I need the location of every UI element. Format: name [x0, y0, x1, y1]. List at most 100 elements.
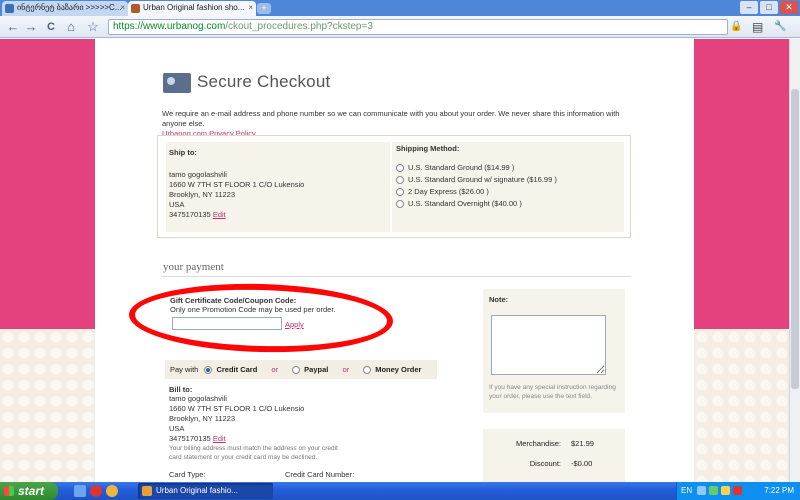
shipping-method-label: Shipping Method: [396, 144, 460, 153]
credit-card-label[interactable]: Credit Card [216, 365, 257, 374]
radio-button[interactable] [396, 164, 404, 173]
ssl-lock-icon[interactable]: 🔒 [730, 19, 742, 35]
minimize-button[interactable]: – [740, 1, 758, 14]
ship-name: tamo gogolashvili [169, 170, 227, 179]
tab-close-icon[interactable]: × [248, 1, 253, 15]
url-path: /ckout_procedures.php?ckstep=3 [225, 21, 373, 32]
bill-phone-row: 3475170135 Edit [169, 434, 339, 444]
show-desktop-icon[interactable] [74, 485, 86, 497]
radio-button[interactable] [396, 188, 404, 197]
pink-side-panel-right [694, 39, 789, 329]
radio-button[interactable] [396, 176, 404, 185]
url-domain: www.urbanog.com [143, 21, 226, 32]
scrollbar-thumb[interactable] [791, 89, 799, 389]
merchandise-value: $21.99 [571, 439, 594, 448]
radio-paypal[interactable] [292, 366, 301, 375]
tab-favicon-icon [5, 4, 14, 13]
note-box: Note: If you have any special instructio… [483, 289, 625, 413]
ship-to-label: Ship to: [169, 148, 197, 157]
coupon-code-input[interactable] [172, 317, 282, 330]
money-order-label[interactable]: Money Order [375, 365, 421, 374]
checkout-content: Secure Checkout We require an e-mail add… [95, 39, 694, 482]
antivirus-icon[interactable] [733, 486, 742, 495]
note-help-text: If you have any special instruction rega… [489, 384, 616, 400]
reload-icon[interactable]: C [42, 19, 60, 35]
shipping-option-2day-express[interactable]: 2 Day Express ($26.00 ) [396, 186, 557, 198]
bill-to-section: Bill to: tamo gogolashvili 1660 W 7TH ST… [169, 385, 339, 462]
shipping-option-overnight[interactable]: U.S. Standard Overnight ($40.00 ) [396, 198, 557, 210]
ship-to-address: tamo gogolashvili 1660 W 7TH ST FLOOR 1 … [169, 170, 304, 220]
address-bar[interactable]: https://www.urbanog.com/ckout_procedures… [108, 19, 728, 35]
bookmark-star-icon[interactable]: ☆ [84, 19, 102, 35]
option-label: U.S. Standard Ground w/ signature ($16.9… [408, 175, 557, 184]
shipping-option-ground-signature[interactable]: U.S. Standard Ground w/ signature ($16.9… [396, 174, 557, 186]
bill-city: Brooklyn, NY 11223 [169, 414, 236, 423]
page-menu-icon[interactable]: ▤ [752, 19, 763, 35]
bill-to-label: Bill to: [169, 385, 193, 394]
start-button[interactable]: start [0, 482, 58, 500]
shipping-panel: Ship to: tamo gogolashvili 1660 W 7TH ST… [157, 135, 631, 238]
shipping-method-box: Shipping Method: U.S. Standard Ground ($… [392, 142, 624, 232]
intro-sentence: We require an e-mail address and phone n… [162, 109, 620, 128]
shipping-options: U.S. Standard Ground ($14.99 ) U.S. Stan… [396, 162, 557, 210]
pay-with-bar: Pay with Credit Card or Paypal or Money … [165, 360, 437, 379]
system-tray: EN 7:22 PM [676, 482, 800, 500]
bill-phone: 3475170135 [169, 434, 211, 443]
note-label: Note: [489, 295, 509, 304]
clock: 7:22 PM [764, 486, 794, 495]
chrome-icon[interactable] [106, 485, 118, 497]
tab-georgian-market[interactable]: ინტერნეტ ბაზარი >>>>>C... × [2, 1, 128, 16]
new-tab-button[interactable]: + [257, 3, 271, 14]
your-payment-heading: your payment [163, 261, 224, 273]
url-scheme: https:// [113, 21, 144, 32]
pay-with-label: Pay with [170, 365, 199, 374]
tab-strip: ინტერნეტ ბაზარი >>>>>C... × Urban Origin… [0, 0, 800, 16]
network-icon[interactable] [697, 486, 706, 495]
page-scrollbar[interactable] [789, 39, 800, 482]
polka-pattern-right [694, 329, 789, 482]
edit-bill-to-link[interactable]: Edit [213, 434, 226, 443]
paypal-label[interactable]: Paypal [304, 365, 328, 374]
discount-value: -$0.00 [571, 459, 593, 468]
radio-button[interactable] [396, 200, 404, 209]
pink-side-panel-left [0, 39, 95, 329]
security-icon[interactable] [709, 486, 718, 495]
volume-icon[interactable] [721, 486, 730, 495]
bill-country: USA [169, 424, 185, 433]
edit-ship-to-link[interactable]: Edit [213, 210, 226, 219]
order-summary: Merchandise: $21.99 Discount: -$0.00 [483, 429, 625, 482]
tab-favicon-icon [131, 4, 140, 13]
home-icon[interactable]: ⌂ [62, 19, 80, 35]
language-indicator[interactable]: EN [681, 482, 692, 500]
radio-credit-card[interactable] [204, 366, 213, 375]
option-label: U.S. Standard Overnight ($40.00 ) [408, 199, 522, 208]
option-label: U.S. Standard Ground ($14.99 ) [408, 163, 515, 172]
radio-money-order[interactable] [363, 366, 372, 375]
tab-urban-original[interactable]: Urban Original fashion sho... × [128, 1, 256, 16]
opera-icon[interactable] [90, 485, 102, 497]
section-divider [161, 276, 631, 277]
coupon-section: Gift Certificate Code/Coupon Code: Only … [170, 296, 336, 315]
card-type-label: Card Type: [169, 470, 206, 479]
discount-label: Discount: [529, 459, 561, 468]
wrench-tools-icon[interactable]: 🔧 [774, 19, 786, 35]
taskbar-item-label: Urban Original fashio... [156, 486, 238, 495]
ship-country: USA [169, 200, 185, 209]
ship-city: Brooklyn, NY 11223 [169, 190, 236, 199]
shipping-option-standard-ground[interactable]: U.S. Standard Ground ($14.99 ) [396, 162, 557, 174]
tab-label: Urban Original fashion sho... [143, 3, 245, 12]
merchandise-label: Merchandise: [515, 439, 561, 448]
ship-phone-row: 3475170135 Edit [169, 210, 304, 220]
apply-coupon-link[interactable]: Apply [285, 320, 304, 329]
taskbar-item-browser[interactable]: Urban Original fashio... [138, 483, 273, 499]
forward-arrow-icon[interactable]: → [22, 19, 40, 35]
close-window-button[interactable]: ✕ [780, 1, 798, 14]
browser-window-icon [142, 486, 152, 496]
windows-taskbar: start Urban Original fashio... EN 7:22 P… [0, 482, 800, 500]
tab-close-icon[interactable]: × [120, 1, 125, 15]
or-separator: or [271, 365, 279, 374]
billing-note: Your billing address must match the addr… [169, 445, 338, 461]
maximize-button[interactable]: □ [760, 1, 778, 14]
back-arrow-icon[interactable]: ← [4, 19, 22, 35]
note-textarea[interactable] [491, 315, 606, 375]
